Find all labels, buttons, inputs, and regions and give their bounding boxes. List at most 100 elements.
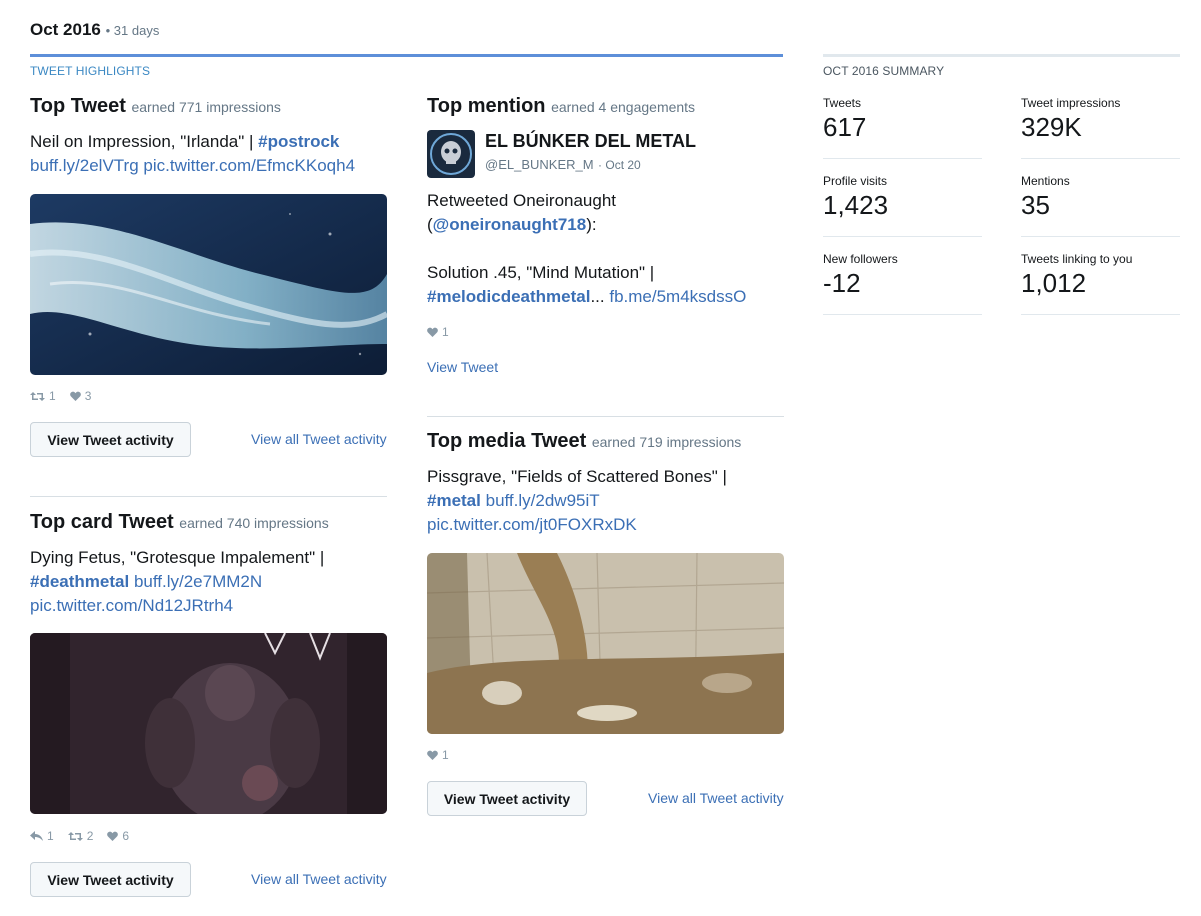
heart-icon (69, 391, 81, 401)
like-stat: 1 (427, 748, 449, 762)
summary-item-value: 1,423 (823, 190, 889, 220)
heart-icon (427, 327, 438, 337)
summary-divider (823, 314, 982, 315)
short-link[interactable]: buff.ly/2elVTrg (30, 156, 139, 175)
summary-item-value: 329K (1021, 112, 1082, 142)
top-card-meta: earned 740 impressions (179, 515, 329, 531)
summary-item-label: Tweet impressions (1021, 96, 1121, 110)
summary-divider (1021, 314, 1180, 315)
like-stat: 3 (69, 389, 92, 403)
tweet-date: · Oct 20 (598, 158, 641, 172)
retweeted-line: Retweeted Oneironaught (427, 191, 617, 210)
top-mention-meta: earned 4 engagements (551, 99, 696, 115)
month-label: Oct 2016 (30, 20, 101, 39)
mention-link[interactable]: @oneironaught718 (433, 215, 587, 234)
retweet-stat: 1 (30, 389, 56, 403)
summary-label: OCT 2016 SUMMARY (823, 64, 945, 78)
top-tweet-media[interactable] (30, 194, 387, 375)
top-media-meta: earned 719 impressions (591, 434, 742, 450)
like-count: 1 (442, 325, 449, 339)
mention-close: ): (586, 215, 597, 234)
short-link[interactable]: fb.me/5m4ksdssO (609, 287, 746, 306)
top-mention-card: Top mention earned 4 engagements (427, 95, 784, 118)
summary-item-value: -12 (823, 268, 861, 298)
pic-link[interactable]: pic.twitter.com/Nd12JRtrh4 (30, 596, 233, 615)
reply-stat: 1 (30, 829, 54, 843)
ellipsis: ... (590, 287, 605, 306)
retweet-icon (67, 831, 83, 841)
tweet-highlights-label: TWEET HIGHLIGHTS (30, 64, 151, 78)
days-count: • 31 days (105, 23, 160, 38)
like-stat: 6 (107, 829, 129, 843)
month-title: Oct 2016 • 31 days (30, 20, 159, 40)
summary-divider (823, 236, 982, 237)
hashtag-link[interactable]: #deathmetal (30, 572, 129, 591)
hashtag-link[interactable]: #melodicdeathmetal (427, 287, 590, 306)
account-meta: @EL_BUNKER_M · Oct 20 (485, 156, 641, 174)
summary-item-value: 1,012 (1021, 268, 1087, 298)
top-mention-text: Retweeted Oneironaught (@oneironaught718… (427, 189, 784, 309)
view-tweet-link[interactable]: View Tweet (427, 359, 498, 375)
top-media-tweet-card: Top media Tweet earned 719 impressions P… (427, 430, 784, 537)
heart-icon (427, 750, 438, 760)
tweet-text-plain: Neil on Impression, "Irlanda" | (30, 132, 259, 151)
top-media-text: Pissgrave, "Fields of Scattered Bones" |… (427, 465, 784, 537)
summary-divider (823, 158, 982, 159)
top-media-image[interactable] (427, 553, 784, 734)
pic-link[interactable]: pic.twitter.com/EfmcKKoqh4 (143, 156, 355, 175)
like-count: 3 (84, 389, 92, 403)
top-tweet-stats: 1 3 (30, 389, 91, 403)
view-all-tweet-activity-link[interactable]: View all Tweet activity (648, 790, 784, 806)
view-all-tweet-activity-link[interactable]: View all Tweet activity (251, 431, 387, 447)
top-mention-heading: Top mention earned 4 engagements (427, 95, 784, 118)
top-media-title: Top media Tweet (427, 430, 587, 452)
view-tweet-activity-button[interactable]: View Tweet activity (30, 422, 191, 457)
top-card-media[interactable] (30, 633, 387, 814)
like-stat: 1 (427, 325, 449, 339)
short-link[interactable]: buff.ly/2e7MM2N (134, 572, 262, 591)
retweet-count: 1 (49, 389, 56, 403)
summary-divider (1021, 236, 1180, 237)
summary-tweets: Tweets 617 (823, 96, 982, 143)
top-card-text: Dying Fetus, "Grotesque Impalement" | #d… (30, 546, 387, 618)
avatar[interactable] (427, 130, 475, 178)
tweet-text-plain: Solution .45, "Mind Mutation" | (427, 263, 655, 282)
section-divider (427, 416, 784, 417)
view-all-tweet-activity-link[interactable]: View all Tweet activity (251, 871, 387, 887)
summary-tweets-linking: Tweets linking to you 1,012 (1021, 252, 1180, 299)
short-link[interactable]: buff.ly/2dw95iT (486, 491, 600, 510)
summary-item-label: Tweets linking to you (1021, 252, 1133, 266)
top-card-stats: 1 2 6 (30, 829, 129, 843)
highlights-rule (30, 54, 783, 57)
summary-item-value: 35 (1021, 190, 1050, 220)
top-card-tweet-card: Top card Tweet earned 740 impressions Dy… (30, 511, 387, 618)
top-tweet-title: Top Tweet (30, 95, 126, 117)
reply-icon (30, 831, 43, 841)
hashtag-link[interactable]: #metal (427, 491, 481, 510)
top-tweet-heading: Top Tweet earned 771 impressions (30, 95, 387, 118)
summary-profile-visits: Profile visits 1,423 (823, 174, 982, 221)
top-media-heading: Top media Tweet earned 719 impressions (427, 430, 784, 453)
summary-item-label: New followers (823, 252, 898, 266)
top-card-title: Top card Tweet (30, 511, 174, 533)
summary-tweet-impressions: Tweet impressions 329K (1021, 96, 1180, 143)
top-mention-title: Top mention (427, 95, 546, 117)
top-tweet-card: Top Tweet earned 771 impressions Neil on… (30, 95, 387, 178)
tweet-text-plain: Dying Fetus, "Grotesque Impalement" | (30, 548, 325, 567)
pic-link[interactable]: pic.twitter.com/jt0FOXRxDK (427, 515, 637, 534)
tweet-text-plain: Pissgrave, "Fields of Scattered Bones" | (427, 467, 727, 486)
account-name[interactable]: EL BÚNKER DEL METAL (485, 131, 696, 152)
summary-mentions: Mentions 35 (1021, 174, 1180, 221)
hashtag-link[interactable]: #postrock (258, 132, 339, 151)
top-media-stats: 1 (427, 748, 449, 762)
summary-item-label: Mentions (1021, 174, 1070, 188)
summary-divider (1021, 158, 1180, 159)
view-tweet-activity-button[interactable]: View Tweet activity (427, 781, 587, 816)
summary-item-label: Profile visits (823, 174, 888, 188)
account-handle[interactable]: @EL_BUNKER_M (485, 157, 594, 172)
section-divider (30, 496, 387, 497)
top-card-heading: Top card Tweet earned 740 impressions (30, 511, 387, 534)
summary-item-label: Tweets (823, 96, 862, 110)
reply-count: 1 (47, 829, 54, 843)
view-tweet-activity-button[interactable]: View Tweet activity (30, 862, 191, 897)
